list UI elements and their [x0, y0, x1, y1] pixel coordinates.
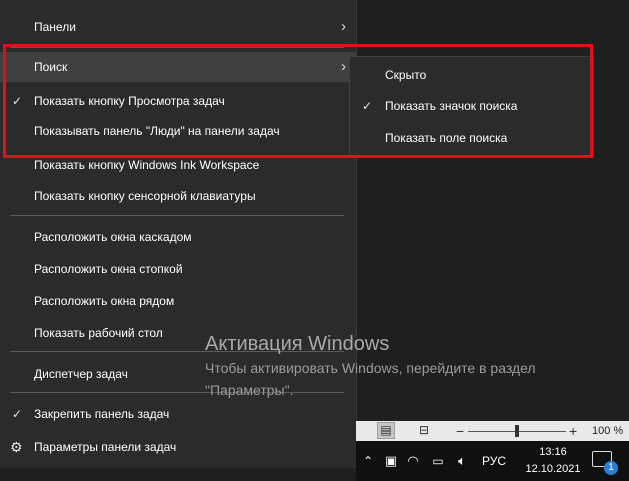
activation-watermark: Активация Windows Чтобы активировать Win… [205, 332, 536, 400]
battery-icon[interactable]: ▭ [428, 441, 448, 481]
notification-badge: 1 [604, 461, 618, 475]
menu-item-lock-taskbar[interactable]: ✓ Закрепить панель задач [0, 399, 356, 429]
menu-item-ink-workspace-button[interactable]: Показать кнопку Windows Ink Workspace [0, 150, 356, 180]
menu-item-label: Закрепить панель задач [34, 407, 170, 421]
menu-item-label: Расположить окна каскадом [34, 230, 192, 244]
status-bar: ▤ ⊟ − + 100 % [356, 421, 629, 441]
watermark-line-2: "Параметры". [205, 382, 294, 398]
gear-icon: ⚙ [10, 439, 23, 455]
menu-separator [10, 47, 344, 48]
zoom-in-button[interactable]: + [569, 421, 577, 441]
clock-date: 12.10.2021 [525, 463, 581, 475]
web-layout-icon[interactable]: ⊟ [416, 423, 432, 438]
defender-alert-icon[interactable]: ▣ [380, 441, 402, 481]
chevron-up-icon[interactable]: ⌃ [360, 441, 376, 481]
menu-item-stack-windows[interactable]: Расположить окна стопкой [0, 254, 356, 284]
menu-item-label: Показать кнопку Просмотра задач [34, 94, 225, 108]
check-icon: ✓ [12, 94, 23, 108]
menu-item-label: Поиск [34, 60, 68, 74]
zoom-slider-thumb[interactable] [515, 425, 519, 437]
chevron-right-icon: › [341, 58, 346, 75]
submenu-item-show-search-icon[interactable]: ✓ Показать значок поиска [350, 90, 593, 122]
chevron-right-icon: › [341, 18, 346, 35]
submenu-item-hidden[interactable]: Скрыто [350, 59, 593, 91]
wifi-icon[interactable]: ◠ [404, 441, 422, 481]
watermark-line-1: Чтобы активировать Windows, перейдите в … [205, 360, 536, 376]
menu-item-cascade-windows[interactable]: Расположить окна каскадом [0, 222, 356, 252]
clock-time: 13:16 [539, 446, 567, 458]
language-indicator[interactable]: РУС [478, 441, 510, 481]
menu-item-label: Расположить окна рядом [34, 294, 175, 308]
menu-item-label: Расположить окна стопкой [34, 262, 183, 276]
menu-item-label: Диспетчер задач [34, 367, 128, 381]
check-icon: ✓ [362, 99, 373, 113]
submenu-item-show-search-box[interactable]: Показать поле поиска [350, 122, 593, 154]
check-icon: ✓ [12, 407, 23, 421]
menu-item-label: Панели [34, 20, 76, 34]
search-submenu: Скрыто ✓ Показать значок поиска Показать… [349, 56, 594, 158]
submenu-item-label: Показать поле поиска [385, 131, 508, 145]
zoom-out-button[interactable]: − [456, 421, 464, 441]
menu-item-touch-keyboard-button[interactable]: Показать кнопку сенсорной клавиатуры [0, 181, 356, 211]
menu-item-label: Параметры панели задач [34, 440, 177, 454]
menu-item-panels[interactable]: Панели › [0, 12, 356, 42]
menu-separator [10, 215, 344, 216]
menu-item-label: Показать кнопку Windows Ink Workspace [34, 158, 260, 172]
menu-item-label: Показать рабочий стол [34, 326, 163, 340]
menu-item-side-by-side[interactable]: Расположить окна рядом [0, 286, 356, 316]
menu-item-label: Показать кнопку сенсорной клавиатуры [34, 189, 256, 203]
menu-item-search[interactable]: Поиск › [0, 52, 356, 82]
zoom-level[interactable]: 100 % [592, 421, 623, 441]
menu-item-people-button[interactable]: Показывать панель "Люди" на панели задач [0, 116, 356, 146]
menu-item-task-view-button[interactable]: ✓ Показать кнопку Просмотра задач [0, 86, 356, 116]
submenu-item-label: Показать значок поиска [385, 99, 518, 113]
submenu-item-label: Скрыто [385, 68, 427, 82]
watermark-title: Активация Windows [205, 333, 390, 355]
menu-item-label: Показывать панель "Люди" на панели задач [34, 124, 280, 138]
notification-center-button[interactable]: 1 [588, 449, 618, 475]
clock[interactable]: 13:16 12.10.2021 [518, 444, 588, 478]
taskbar: ⌃ ▣ ◠ ▭ 🔈︎ РУС 13:16 12.10.2021 1 [356, 441, 629, 481]
volume-icon[interactable]: 🔈︎ [452, 441, 472, 481]
normal-view-icon[interactable]: ▤ [377, 422, 395, 439]
menu-item-taskbar-settings[interactable]: ⚙ Параметры панели задач [0, 432, 356, 462]
